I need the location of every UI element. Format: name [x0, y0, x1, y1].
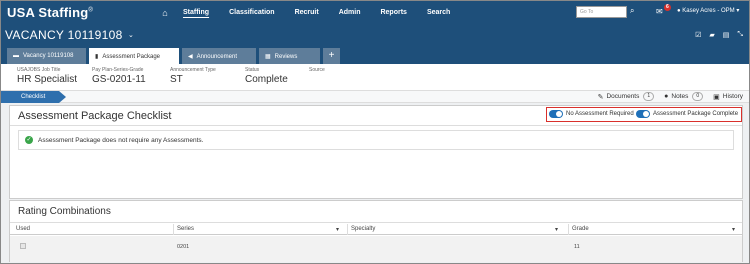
table-header: Used Series ▾ Specialty ▾ Grade ▾ [10, 224, 742, 235]
add-tab-button[interactable]: + [323, 48, 340, 64]
paperclip-icon: ✎ [597, 93, 604, 101]
no-assessment-toggle[interactable]: No Assessment Required [549, 110, 634, 118]
notification-badge: 6 [664, 4, 671, 11]
tab-announcement[interactable]: ◀ Announcement [182, 48, 256, 64]
nav-classification[interactable]: Classification [229, 9, 275, 16]
panel-title: Assessment Package Checklist [18, 110, 172, 122]
notes-count: 0 [692, 92, 704, 101]
column-separator [568, 224, 569, 235]
top-nav-bar: USA Staffing® ⌂ Staffing Classification … [1, 1, 749, 24]
field-label: Pay Plan-Series-Grade [92, 67, 144, 73]
package-complete-toggle[interactable]: Assessment Package Complete [636, 110, 738, 118]
nav-recruit[interactable]: Recruit [295, 9, 319, 16]
sort-icon[interactable]: ▾ [555, 226, 558, 233]
toggle-switch[interactable] [636, 110, 650, 118]
rating-combinations-panel: Rating Combinations Used Series ▾ Specia… [9, 200, 743, 262]
col-specialty[interactable]: Specialty [351, 226, 375, 232]
tab-label: Assessment Package [102, 54, 161, 60]
field-label: Announcement Type [170, 67, 216, 73]
checklist-icon[interactable]: ☑ [695, 31, 701, 39]
toggle-label: No Assessment Required [566, 111, 634, 117]
folder-icon: ▬ [13, 53, 19, 59]
field-label: Source [309, 67, 325, 73]
table-row: 0201 11 [10, 236, 742, 262]
subnav-strip: Checklist ✎ Documents 1 ● Notes 0 ▣ History [1, 90, 749, 103]
col-grade[interactable]: Grade [572, 226, 589, 232]
sort-icon[interactable]: ▾ [336, 226, 339, 233]
home-icon[interactable]: ⌂ [157, 8, 173, 18]
tab-bar: ▬ Vacancy 10119108 ▮ Assessment Package ◀ A… [1, 44, 749, 64]
mail-icon[interactable]: ✉ [656, 7, 663, 16]
divider [10, 125, 742, 126]
message-text: Assessment Package does not require any … [38, 137, 204, 144]
source-field: Source [309, 67, 325, 74]
tab-assessment-package[interactable]: ▮ Assessment Package [89, 48, 179, 64]
print-icon[interactable]: ▤ [723, 31, 730, 39]
divider [10, 222, 742, 223]
nav-admin[interactable]: Admin [339, 9, 361, 16]
series-cell: 0201 [177, 244, 190, 250]
ppsg-field: Pay Plan-Series-Grade GS-0201-11 [92, 67, 146, 85]
vacancy-title: VACANCY 10119108 [5, 28, 123, 42]
notes-label: Notes [671, 93, 689, 100]
field-value: HR Specialist [17, 74, 78, 85]
reviews-icon: ▦ [265, 54, 271, 60]
col-series[interactable]: Series [177, 226, 194, 232]
megaphone-icon: ◀ [188, 54, 193, 60]
vacancy-actions: ☑ ▰ ▤ ⤡ [695, 31, 743, 39]
tab-reviews[interactable]: ▦ Reviews [259, 48, 320, 64]
side-links: ✎ Documents 1 ● Notes 0 ▣ History [588, 92, 749, 101]
documents-label: Documents [606, 93, 640, 100]
announcement-type-field: Announcement Type ST [170, 67, 216, 85]
checklist-step[interactable]: Checklist [1, 91, 66, 103]
history-link[interactable]: ▣ History [713, 93, 743, 101]
column-separator [347, 224, 348, 235]
nav-reports[interactable]: Reports [380, 9, 406, 16]
info-message: ✓ Assessment Package does not require an… [18, 130, 734, 150]
main-nav: ⌂ Staffing Classification Recruit Admin … [157, 8, 470, 18]
user-name: Kasey Acres - OPM [682, 8, 735, 14]
nav-staffing[interactable]: Staffing [183, 9, 209, 16]
search-icon[interactable]: ⌕ [630, 6, 634, 16]
documents-link[interactable]: ✎ Documents 1 [598, 92, 655, 101]
document-icon: ▮ [95, 54, 99, 60]
notes-link[interactable]: ● Notes 0 [664, 92, 704, 101]
history-icon: ▣ [713, 93, 720, 101]
tab-label: Announcement [196, 54, 237, 60]
used-checkbox[interactable] [20, 243, 26, 249]
col-used[interactable]: Used [16, 226, 30, 232]
field-label: USAJOBS Job Title [17, 67, 61, 73]
collapse-icon[interactable]: ⤡ [737, 31, 743, 39]
checklist-panel: Assessment Package Checklist No Assessme… [9, 105, 743, 199]
toggle-label: Assessment Package Complete [653, 111, 739, 117]
grade-cell: 11 [574, 244, 580, 250]
toggle-highlight: No Assessment Required Assessment Packag… [546, 107, 742, 122]
vacancy-header: VACANCY 10119108 ⌄ ☑ ▰ ▤ ⤡ [1, 24, 749, 44]
column-separator [173, 224, 174, 235]
folder-icon[interactable]: ▰ [709, 31, 714, 39]
panel-title: Rating Combinations [18, 206, 111, 217]
vacancy-info: USAJOBS Job Title HR Specialist Pay Plan… [1, 64, 749, 90]
user-menu[interactable]: ● Kasey Acres - OPM ▾ [677, 7, 739, 14]
toggle-switch[interactable] [549, 110, 563, 118]
app-logo[interactable]: USA Staffing® [7, 5, 157, 20]
field-value: ST [170, 74, 183, 85]
field-label: Status [245, 67, 260, 73]
tab-label: Vacancy 10119108 [23, 53, 74, 59]
field-value: GS-0201-11 [92, 74, 146, 85]
comment-icon: ● [664, 93, 669, 100]
field-value: Complete [245, 74, 288, 85]
sort-icon[interactable]: ▾ [732, 226, 735, 233]
documents-count: 1 [643, 92, 655, 101]
chevron-down-icon[interactable]: ⌄ [128, 31, 134, 39]
job-title-field: USAJOBS Job Title HR Specialist [17, 67, 77, 85]
check-circle-icon: ✓ [25, 136, 33, 144]
goto-input[interactable]: Go To [576, 6, 627, 18]
nav-search[interactable]: Search [427, 9, 450, 16]
tab-vacancy[interactable]: ▬ Vacancy 10119108 [7, 48, 86, 64]
tab-label: Reviews [274, 54, 298, 60]
status-field: Status Complete [245, 67, 288, 85]
history-label: History [722, 93, 743, 100]
